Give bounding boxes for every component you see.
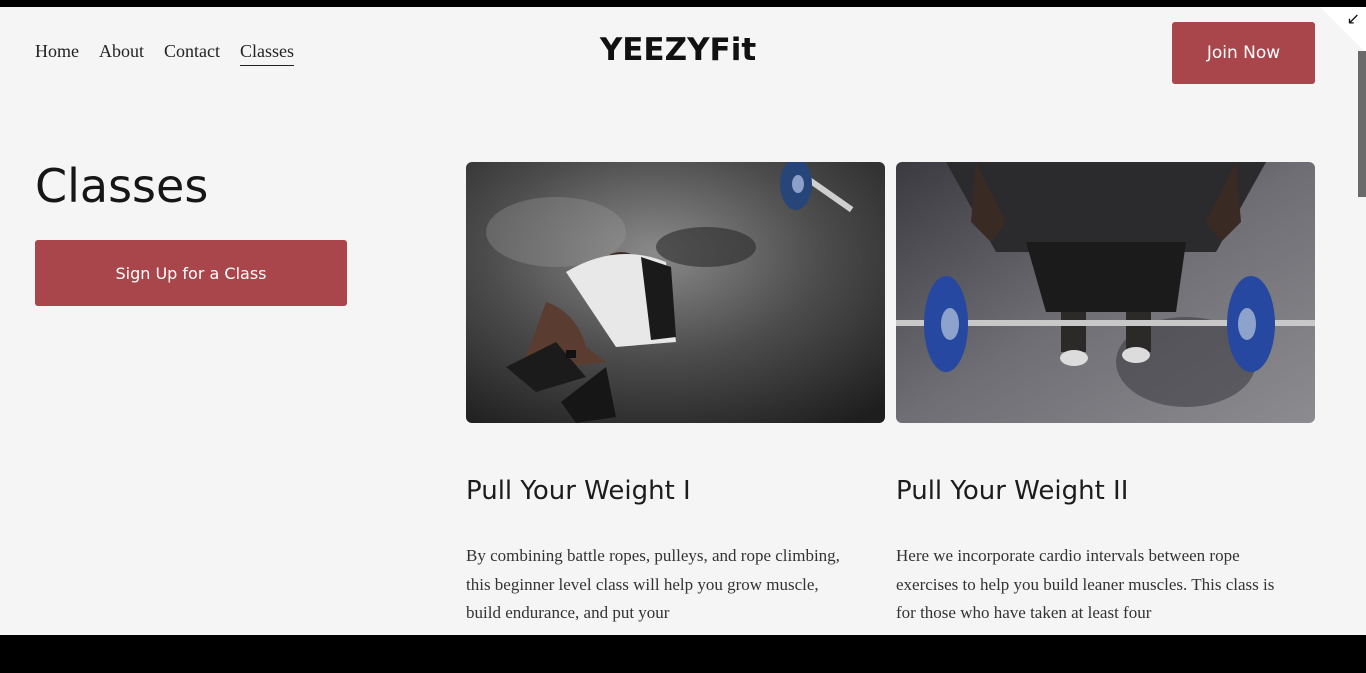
sign-up-class-button[interactable]: Sign Up for a Class bbox=[35, 240, 347, 306]
window-top-edge bbox=[0, 0, 1366, 7]
collapse-arrow-icon[interactable]: ↙ bbox=[1347, 9, 1360, 28]
page-title: Classes bbox=[35, 159, 209, 213]
class-description: Here we incorporate cardio intervals bet… bbox=[896, 546, 1275, 623]
window-bottom-edge bbox=[0, 635, 1366, 673]
athlete-resting-photo bbox=[466, 162, 885, 423]
class-description: By combining battle ropes, pulleys, and … bbox=[466, 546, 840, 623]
class-card: Pull Your Weight I By combining battle r… bbox=[466, 162, 886, 622]
class-title: Pull Your Weight I bbox=[466, 476, 691, 506]
page-viewport: Home About Contact Classes YEEZYFit Join… bbox=[0, 7, 1366, 635]
class-title: Pull Your Weight II bbox=[896, 476, 1129, 506]
scrollbar-thumb[interactable] bbox=[1358, 51, 1366, 197]
site-logo[interactable]: YEEZYFit bbox=[0, 32, 1356, 68]
class-card: Pull Your Weight II Here we incorporate … bbox=[896, 162, 1316, 622]
join-now-button[interactable]: Join Now bbox=[1172, 22, 1315, 84]
athlete-barbell-photo bbox=[896, 162, 1315, 423]
